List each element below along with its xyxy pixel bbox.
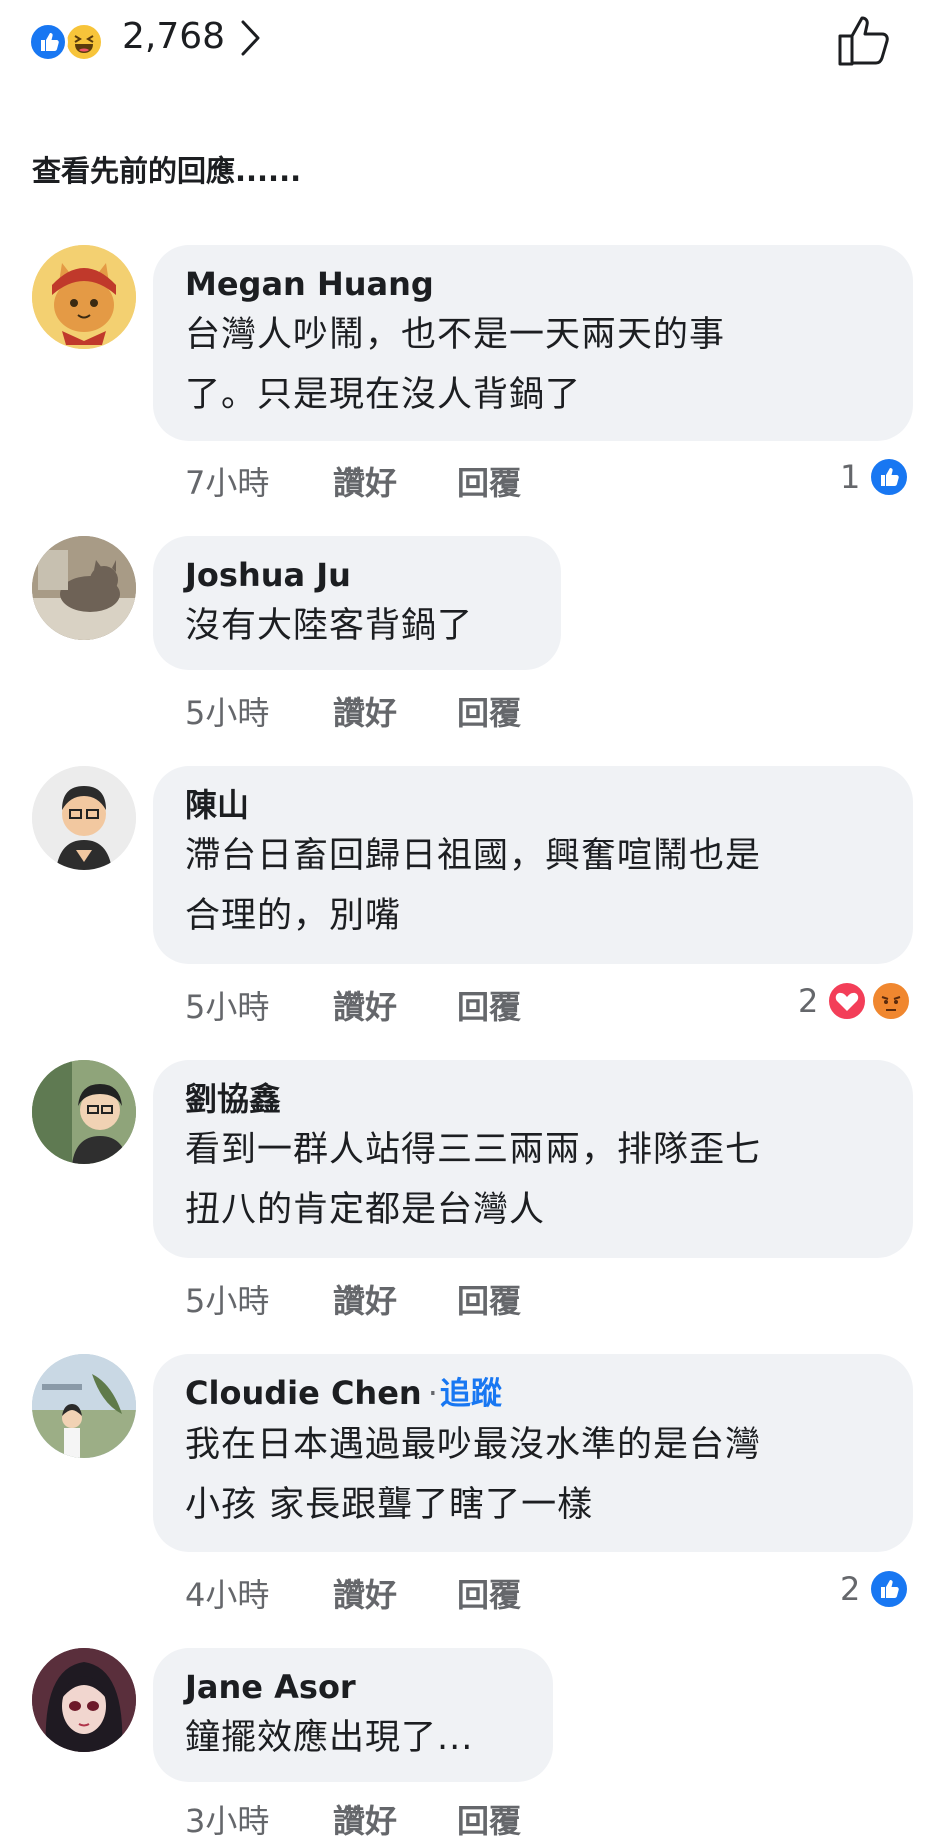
comment-time[interactable]: 5小時 xyxy=(185,982,333,1028)
reply-action-button[interactable]: 回覆 xyxy=(457,982,521,1028)
commenter-name[interactable]: Jane Asor xyxy=(185,1666,521,1708)
comment-actions: 3小時 讚好 回覆 xyxy=(185,1796,521,1842)
comment-actions: 5小時 讚好 回覆 xyxy=(185,982,521,1028)
separator-dot: · xyxy=(427,1374,438,1412)
comment-actions: 5小時 讚好 回覆 xyxy=(185,1276,521,1322)
view-previous-comments-link[interactable]: 查看先前的回應...... xyxy=(32,148,301,190)
commenter-name[interactable]: 陳山 xyxy=(185,784,881,826)
comment-text-line: 合理的，別嘴 xyxy=(185,896,402,936)
comment-text-line: 滯台日畜回歸日祖國，興奮喧鬧也是 xyxy=(185,836,762,876)
love-reaction-icon[interactable] xyxy=(826,980,868,1022)
like-reaction-icon[interactable] xyxy=(868,456,910,498)
reply-action-button[interactable]: 回覆 xyxy=(457,688,521,734)
comment-bubble[interactable]: Cloudie Chen ·追蹤 我在日本遇過最吵最沒水準的是台灣 小孩 家長跟聾… xyxy=(153,1354,913,1552)
comment-time[interactable]: 5小時 xyxy=(185,688,333,734)
comment-text-line: 沒有大陸客背鍋了 xyxy=(185,606,474,646)
like-action-button[interactable]: 讚好 xyxy=(333,688,457,734)
commenter-name[interactable]: Joshua Ju xyxy=(185,554,529,596)
comment-bubble[interactable]: Megan Huang 台灣人吵鬧，也不是一天兩天的事 了。只是現在沒人背鍋了 xyxy=(153,245,913,441)
comment-text-line: 了。只是現在沒人背鍋了 xyxy=(185,375,582,415)
comment-actions: 5小時 讚好 回覆 xyxy=(185,688,521,734)
comment-bubble[interactable]: Joshua Ju 沒有大陸客背鍋了 xyxy=(153,536,561,670)
comment-time[interactable]: 4小時 xyxy=(185,1570,333,1616)
comment-reaction-count[interactable]: 1 xyxy=(840,458,860,496)
comment-bubble[interactable]: 陳山 滯台日畜回歸日祖國，興奮喧鬧也是 合理的，別嘴 xyxy=(153,766,913,964)
comment-time[interactable]: 7小時 xyxy=(185,458,333,504)
follow-button[interactable]: 追蹤 xyxy=(440,1376,502,1412)
like-reaction-icon[interactable] xyxy=(868,1568,910,1610)
comment-time[interactable]: 3小時 xyxy=(185,1796,333,1842)
commenter-name-text[interactable]: Cloudie Chen xyxy=(185,1374,422,1412)
like-action-button[interactable]: 讚好 xyxy=(333,1570,457,1616)
comment-bubble[interactable]: 劉協鑫 看到一群人站得三三兩兩，排隊歪七 扭八的肯定都是台灣人 xyxy=(153,1060,913,1258)
comment-time[interactable]: 5小時 xyxy=(185,1276,333,1322)
comment-text-line: 看到一群人站得三三兩兩，排隊歪七 xyxy=(185,1130,762,1170)
comment-reaction-count[interactable]: 2 xyxy=(840,1570,860,1608)
like-action-button[interactable]: 讚好 xyxy=(333,982,457,1028)
angry-reaction-icon[interactable] xyxy=(870,980,912,1022)
reply-action-button[interactable]: 回覆 xyxy=(457,458,521,504)
comment-text-line: 鐘擺效應出現了... xyxy=(185,1718,474,1758)
reactions-header: 2,768 xyxy=(0,0,946,80)
commenter-name[interactable]: 劉協鑫 xyxy=(185,1078,881,1120)
reply-action-button[interactable]: 回覆 xyxy=(457,1570,521,1616)
like-action-button[interactable]: 讚好 xyxy=(333,1796,457,1842)
like-reaction-icon[interactable] xyxy=(28,22,68,62)
avatar[interactable] xyxy=(32,536,136,640)
reply-action-button[interactable]: 回覆 xyxy=(457,1276,521,1322)
reaction-count[interactable]: 2,768 xyxy=(122,16,225,57)
like-action-button[interactable]: 讚好 xyxy=(333,1276,457,1322)
comment-text-line: 小孩 家長跟聾了瞎了一樣 xyxy=(185,1485,594,1525)
reply-action-button[interactable]: 回覆 xyxy=(457,1796,521,1842)
comment-actions: 7小時 讚好 回覆 xyxy=(185,458,521,504)
haha-reaction-icon[interactable] xyxy=(64,22,104,62)
commenter-name[interactable]: Megan Huang xyxy=(185,263,881,305)
like-action-button[interactable]: 讚好 xyxy=(333,458,457,504)
comment-text-line: 扭八的肯定都是台灣人 xyxy=(185,1190,546,1230)
avatar[interactable] xyxy=(32,1648,136,1752)
comment-text-line: 台灣人吵鬧，也不是一天兩天的事 xyxy=(185,315,726,355)
comment-actions: 4小時 讚好 回覆 xyxy=(185,1570,521,1616)
chevron-right-icon[interactable] xyxy=(238,18,264,58)
comment-bubble[interactable]: Jane Asor 鐘擺效應出現了... xyxy=(153,1648,553,1782)
comment-reaction-count[interactable]: 2 xyxy=(798,982,818,1020)
commenter-name: Cloudie Chen ·追蹤 xyxy=(185,1372,881,1415)
avatar[interactable] xyxy=(32,1060,136,1164)
avatar[interactable] xyxy=(32,766,136,870)
comment-text-line: 我在日本遇過最吵最沒水準的是台灣 xyxy=(185,1425,762,1465)
thumbs-up-outline-icon[interactable] xyxy=(836,12,894,68)
avatar[interactable] xyxy=(32,245,136,349)
avatar[interactable] xyxy=(32,1354,136,1458)
